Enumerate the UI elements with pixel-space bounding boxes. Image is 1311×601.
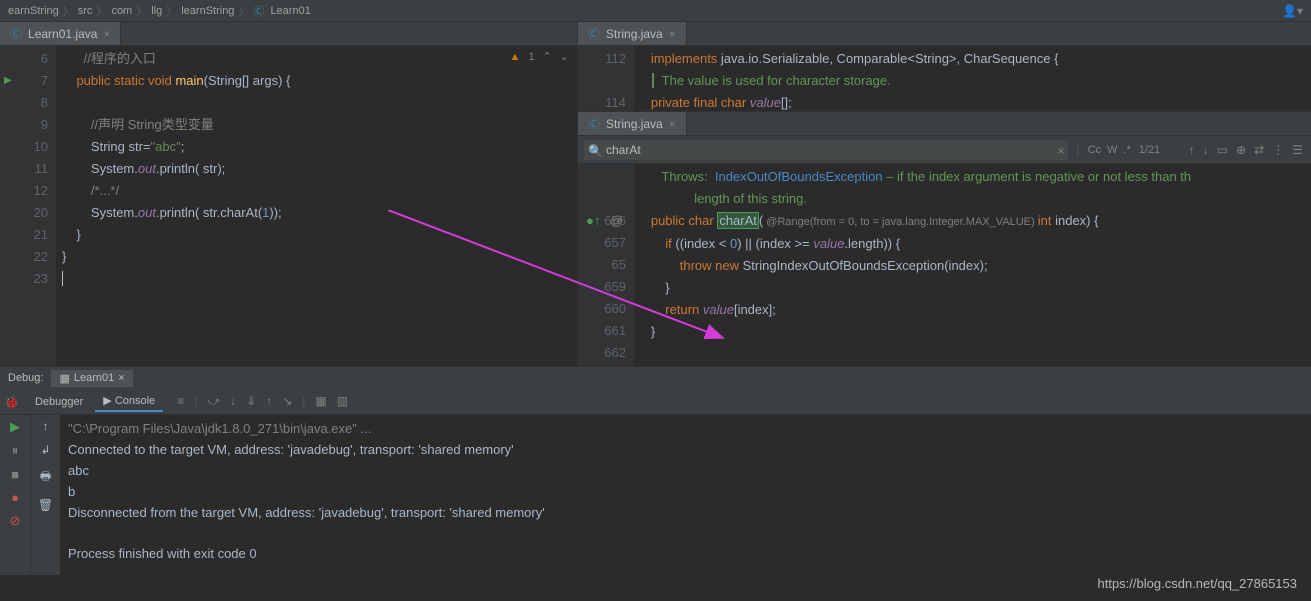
more-icon[interactable]: ⋮: [1270, 141, 1286, 159]
rerun-icon[interactable]: 🐞: [4, 395, 19, 409]
next-match-icon[interactable]: ↓: [1201, 141, 1211, 159]
run-to-cursor-icon[interactable]: ↘: [280, 392, 294, 411]
debug-title-bar: Debug: ▦Learn01×: [0, 367, 1311, 389]
right-top-pane: Ⓒ String.java × 112 114 115 implements j…: [578, 22, 1311, 112]
tool-icon[interactable]: ≡: [175, 392, 186, 411]
code-area[interactable]: //程序的入口 public static void main(String[]…: [56, 46, 577, 366]
find-options: Cc W .*: [1088, 144, 1131, 156]
debug-side-left: ▶ ⏸ ■ ● ⊘: [0, 415, 30, 575]
tab-string-bot[interactable]: Ⓒ String.java ×: [578, 112, 687, 135]
class-icon: Ⓒ: [253, 3, 264, 19]
rtop-editor[interactable]: 112 114 115 implements java.io.Serializa…: [578, 46, 1311, 111]
rtop-tabs: Ⓒ String.java ×: [578, 22, 1311, 46]
find-input[interactable]: [584, 140, 1068, 160]
rerun-icon[interactable]: ▶: [10, 419, 20, 435]
mute-bp-icon[interactable]: ⊘: [10, 513, 21, 529]
debug-side-tools: ↑ ↲ 🖶 🗑: [30, 415, 60, 575]
debug-config-tab[interactable]: ▦Learn01×: [51, 370, 132, 387]
debug-label: Debug:: [8, 372, 43, 384]
step-into-icon[interactable]: ↓: [228, 392, 238, 411]
words-toggle[interactable]: W: [1107, 144, 1117, 156]
tab-label: String.java: [606, 117, 663, 131]
crumb[interactable]: learnString: [181, 5, 234, 17]
run-gutter-icon[interactable]: ▶: [4, 70, 12, 92]
debug-tabs: 🐞 Debugger ▶ Console ≡| ⤻ ↓ ⇓ ↑ ↘| ▦ ▥: [0, 389, 1311, 415]
crumb[interactable]: llg: [151, 5, 162, 17]
view-bp-icon[interactable]: ●: [11, 490, 19, 505]
breadcrumb[interactable]: earnString〉 src〉 com〉 llg〉 learnString〉 …: [8, 3, 311, 19]
close-icon[interactable]: ×: [669, 117, 676, 131]
rbot-editor[interactable]: ●↑@656 657 65 659 660 661 662 Throws: In…: [578, 164, 1311, 366]
close-icon[interactable]: ×: [669, 27, 676, 41]
debug-toolbar: ≡| ⤻ ↓ ⇓ ↑ ↘| ▦ ▥: [175, 392, 350, 411]
left-tabs: Ⓒ Learn01.java ×: [0, 22, 577, 46]
select-all-icon[interactable]: ▭: [1215, 141, 1230, 159]
find-nav: ↑ ↓ ▭ ⊕ ⇄ ⋮ ☰: [1187, 141, 1305, 159]
gutter: 6 ▶7 8 9 10 11 12 20 21 22 23: [0, 46, 56, 366]
app-icon: ▦: [59, 372, 69, 385]
step-over-icon[interactable]: ⤻: [205, 392, 222, 411]
crumb[interactable]: Learn01: [270, 5, 310, 17]
class-icon: Ⓒ: [10, 25, 22, 42]
up-icon[interactable]: ↑: [43, 419, 49, 433]
find-count: 1/21: [1139, 144, 1179, 156]
close-icon[interactable]: ×: [118, 372, 124, 385]
find-bar: 🔍 × | Cc W .* 1/21 ↑ ↓ ▭ ⊕ ⇄ ⋮ ☰: [578, 136, 1311, 164]
class-icon: Ⓒ: [588, 25, 600, 42]
tab-learn01[interactable]: Ⓒ Learn01.java ×: [0, 22, 121, 45]
step-into-force-icon[interactable]: ⇓: [244, 392, 258, 411]
regex-toggle[interactable]: .*: [1123, 144, 1130, 156]
add-selection-icon[interactable]: ⊕: [1234, 141, 1248, 159]
gutter: 112 114 115: [578, 46, 634, 111]
clear-icon[interactable]: 🗑: [38, 498, 53, 512]
console-output[interactable]: "C:\Program Files\Java\jdk1.8.0_271\bin\…: [60, 415, 1311, 575]
debug-panel: Debug: ▦Learn01× 🐞 Debugger ▶ Console ≡|…: [0, 366, 1311, 575]
search-icon: 🔍: [588, 144, 603, 158]
left-editor[interactable]: 6 ▶7 8 9 10 11 12 20 21 22 23 //程序的入口 pu…: [0, 46, 577, 366]
left-editor-pane: Ⓒ Learn01.java × 6 ▶7 8 9 10 11 12 20 21…: [0, 22, 578, 366]
user-menu-icon[interactable]: 👤▾: [1282, 4, 1303, 18]
right-editor-pane: Ⓒ String.java × 112 114 115 implements j…: [578, 22, 1311, 366]
crumb[interactable]: earnString: [8, 5, 59, 17]
print-icon[interactable]: 🖶: [40, 467, 51, 488]
class-icon: Ⓒ: [588, 115, 600, 132]
tab-string-top[interactable]: Ⓒ String.java ×: [578, 22, 687, 45]
breadcrumb-bar: earnString〉 src〉 com〉 llg〉 learnString〉 …: [0, 0, 1311, 22]
console-tab[interactable]: ▶ Console: [95, 391, 163, 412]
rbot-tabs: Ⓒ String.java ×: [578, 112, 1311, 136]
prev-match-icon[interactable]: ↑: [1187, 141, 1197, 159]
settings-icon[interactable]: ☰: [1290, 141, 1305, 159]
gutter: ●↑@656 657 65 659 660 661 662: [578, 164, 634, 366]
code-area[interactable]: implements java.io.Serializable, Compara…: [634, 46, 1311, 111]
match-case-toggle[interactable]: Cc: [1088, 144, 1101, 156]
crumb[interactable]: com: [111, 5, 132, 17]
crumb[interactable]: src: [78, 5, 93, 17]
tab-label: Learn01.java: [28, 27, 97, 41]
console-icon: ▶: [103, 395, 111, 407]
close-icon[interactable]: ×: [103, 27, 110, 41]
trace-icon[interactable]: ▥: [335, 392, 350, 411]
eval-icon[interactable]: ▦: [313, 392, 328, 411]
debugger-tab[interactable]: Debugger: [27, 393, 91, 411]
watermark: https://blog.csdn.net/qq_27865153: [1098, 576, 1298, 591]
wrap-icon[interactable]: ↲: [40, 443, 50, 457]
stop-icon[interactable]: ■: [11, 467, 19, 482]
clear-icon[interactable]: ×: [1057, 144, 1064, 158]
debug-body: ▶ ⏸ ■ ● ⊘ ↑ ↲ 🖶 🗑 "C:\Program Files\Java…: [0, 415, 1311, 575]
step-out-icon[interactable]: ↑: [264, 392, 274, 411]
code-area[interactable]: Throws: IndexOutOfBoundsException – if t…: [634, 164, 1311, 366]
filter-icon[interactable]: ⇄: [1252, 141, 1266, 159]
pause-icon[interactable]: ⏸: [12, 443, 19, 459]
inspection-indicator[interactable]: ▲1⌃⌄: [510, 50, 569, 63]
tab-label: String.java: [606, 27, 663, 41]
